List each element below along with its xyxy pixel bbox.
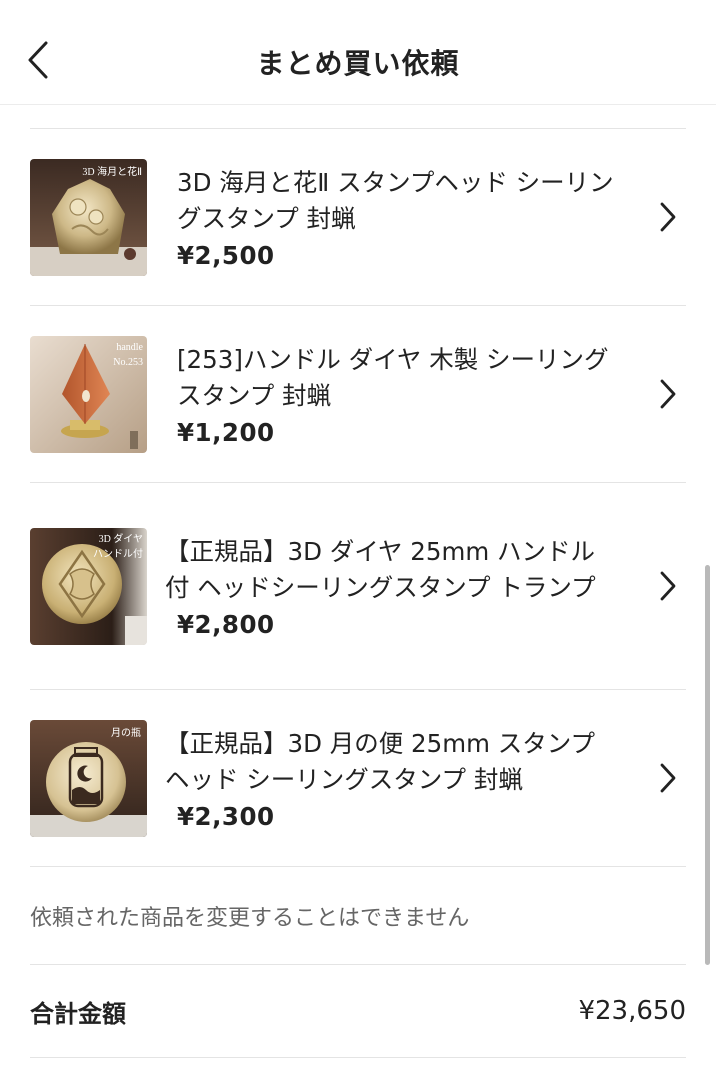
request-list: 3D 海月と花Ⅱ 3D 海月と花Ⅱ スタンプヘッド シーリングスタンプ 封蝋 ¥… [30, 128, 686, 1058]
thumbnail-label: handle No.253 [113, 341, 143, 368]
item-title: 3D 海月と花Ⅱ スタンプヘッド シーリングスタンプ 封蝋 [177, 167, 614, 233]
list-item[interactable]: 3D ダイヤ ハンドル付 【正規品】3D ダイヤ 25mm ハンドル付 ヘッドシ… [30, 483, 686, 689]
divider [30, 1057, 686, 1058]
item-info: [253]ハンドル ダイヤ 木製 シーリングスタンプ 封蝋 ¥1,200 [177, 342, 617, 447]
page-title: まとめ買い依頼 [256, 47, 460, 80]
total-value: ¥23,650 [578, 996, 686, 1026]
total-row: 合計金額 ¥23,650 [30, 965, 686, 1057]
product-thumbnail: handle No.253 [30, 335, 147, 453]
list-item[interactable]: 月の瓶 【正規品】3D 月の便 25mm スタンプヘッド シーリングスタンプ 封… [30, 690, 686, 866]
list-item[interactable]: 3D 海月と花Ⅱ 3D 海月と花Ⅱ スタンプヘッド シーリングスタンプ 封蝋 ¥… [30, 129, 686, 305]
item-price: ¥2,500 [177, 240, 275, 270]
item-price: ¥2,300 [177, 801, 275, 831]
item-price: ¥1,200 [177, 417, 275, 447]
header: まとめ買い依頼 [0, 0, 716, 105]
item-price: ¥2,800 [177, 609, 275, 639]
item-title: [253]ハンドル ダイヤ 木製 シーリングスタンプ 封蝋 [177, 344, 609, 410]
chevron-right-icon [660, 379, 676, 409]
thumbnail-label: 3D 海月と花Ⅱ [82, 166, 142, 178]
thumbnail-label: 月の瓶 [111, 727, 141, 739]
item-info: 【正規品】3D 月の便 25mm スタンプヘッド シーリングスタンプ 封蝋 ¥2… [165, 726, 617, 831]
thumbnail-label: 3D ダイヤ ハンドル付 [93, 533, 143, 560]
product-thumbnail: 3D 海月と花Ⅱ [30, 158, 147, 276]
chevron-right-icon [660, 571, 676, 601]
item-title: 【正規品】3D 月の便 25mm スタンプヘッド シーリングスタンプ 封蝋 [165, 728, 595, 794]
chevron-right-icon [660, 763, 676, 793]
product-thumbnail: 3D ダイヤ ハンドル付 [30, 527, 147, 645]
notice-text: 依頼された商品を変更することはできません [30, 906, 470, 931]
item-info: 【正規品】3D ダイヤ 25mm ハンドル付 ヘッドシーリングスタンプ トランプ… [165, 534, 617, 639]
item-title: 【正規品】3D ダイヤ 25mm ハンドル付 ヘッドシーリングスタンプ トランプ [165, 536, 596, 602]
chevron-right-icon [660, 202, 676, 232]
item-info: 3D 海月と花Ⅱ スタンプヘッド シーリングスタンプ 封蝋 ¥2,500 [177, 165, 617, 270]
total-label: 合計金額 [30, 999, 126, 1028]
list-item[interactable]: handle No.253 [253]ハンドル ダイヤ 木製 シーリングスタンプ… [30, 306, 686, 482]
scrollbar[interactable] [705, 565, 710, 965]
product-thumbnail: 月の瓶 [30, 719, 147, 837]
